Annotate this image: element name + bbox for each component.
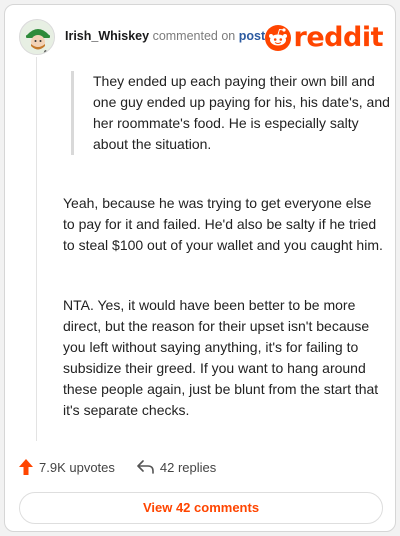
- comment-actions: 7.9K upvotes 42 replies: [19, 457, 383, 477]
- comment-card: Irish_Whiskey commented on post reddit T…: [4, 4, 396, 532]
- comment-paragraph: Yeah, because he was trying to get every…: [63, 195, 383, 253]
- reply-arrow-icon: [137, 460, 154, 474]
- avatar[interactable]: [19, 19, 55, 55]
- reddit-logo[interactable]: reddit: [264, 22, 384, 53]
- quoted-text: They ended up each paying their own bill…: [71, 71, 393, 155]
- thread-line: [36, 57, 37, 441]
- comment-paragraph: NTA. Yes, it would have been better to b…: [63, 297, 379, 418]
- action-text: commented on: [152, 29, 236, 43]
- byline: Irish_Whiskey commented on post: [65, 29, 265, 43]
- post-link[interactable]: post: [239, 29, 265, 43]
- reddit-wordmark: reddit: [293, 22, 384, 53]
- avatar-image: [20, 20, 54, 54]
- comment-header: Irish_Whiskey commented on post reddit: [19, 19, 384, 57]
- replies-button[interactable]: 42 replies: [137, 460, 216, 475]
- view-comments-button[interactable]: View 42 comments: [19, 492, 383, 524]
- upvote-button[interactable]: 7.9K upvotes: [19, 459, 115, 475]
- upvote-arrow-icon: [19, 459, 33, 475]
- username[interactable]: Irish_Whiskey: [65, 29, 149, 43]
- reddit-snoo-icon: [264, 25, 291, 51]
- upvote-count: 7.9K upvotes: [39, 459, 115, 475]
- reply-count: 42 replies: [159, 459, 217, 475]
